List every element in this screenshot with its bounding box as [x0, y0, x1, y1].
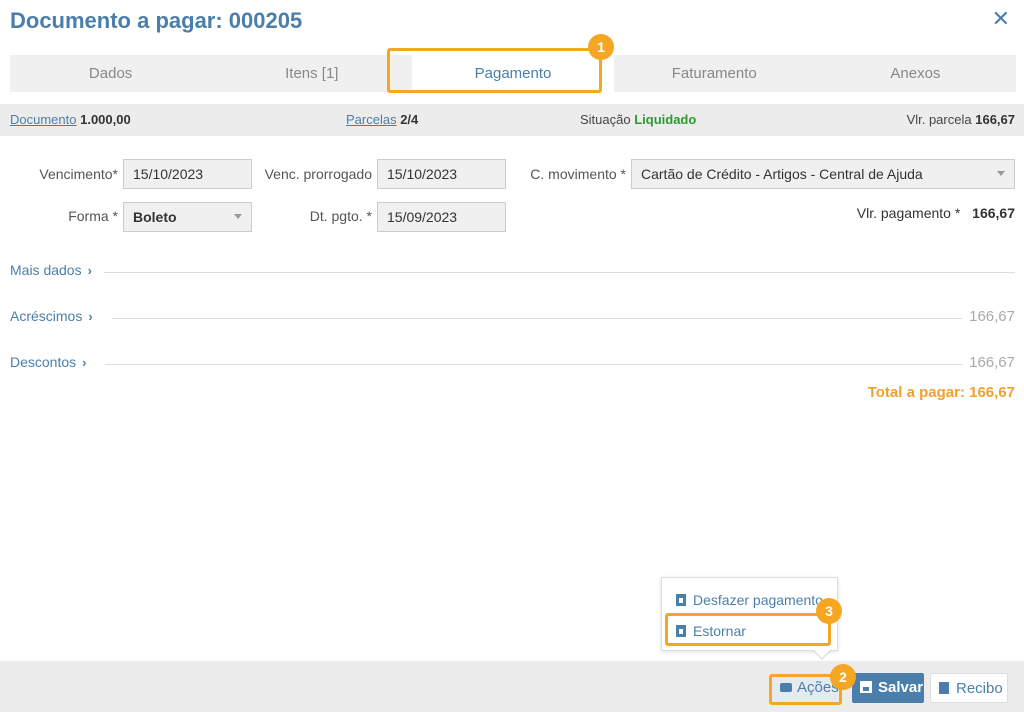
- c-movimento-value: Cartão de Crédito - Artigos - Central de…: [641, 166, 923, 182]
- document-icon: [676, 594, 686, 606]
- divider: [104, 272, 1015, 273]
- divider: [112, 318, 962, 319]
- c-movimento-label: C. movimento *: [530, 166, 626, 182]
- tab-pagamento[interactable]: Pagamento: [412, 55, 614, 92]
- situacao-label: Situação: [580, 112, 631, 127]
- info-bar: Documento 1.000,00 Parcelas 2/4 Situação…: [0, 104, 1024, 136]
- descontos-toggle[interactable]: Descontos ›: [10, 354, 87, 370]
- tab-faturamento[interactable]: Faturamento: [614, 55, 815, 92]
- vlr-parcela-value: 166,67: [975, 112, 1015, 127]
- tag-icon: [780, 683, 792, 692]
- vencimento-field[interactable]: 15/10/2023: [123, 159, 252, 189]
- vlr-parcela-label: Vlr. parcela: [906, 112, 972, 127]
- menu-pointer-inner: [814, 650, 830, 658]
- forma-select[interactable]: Boleto: [123, 202, 252, 232]
- c-movimento-select[interactable]: Cartão de Crédito - Artigos - Central de…: [631, 159, 1015, 189]
- vlr-pagamento-value: 166,67: [972, 205, 1015, 221]
- recibo-button-label: Recibo: [956, 680, 1003, 697]
- documento-link[interactable]: Documento: [10, 112, 76, 127]
- menu-item-label: Estornar: [693, 623, 746, 639]
- save-icon: [860, 681, 872, 693]
- salvar-button[interactable]: Salvar: [852, 673, 924, 703]
- parcelas-link[interactable]: Parcelas: [346, 112, 397, 127]
- recibo-button[interactable]: Recibo: [930, 673, 1008, 703]
- descontos-label: Descontos: [10, 354, 77, 370]
- venc-prorrogado-label: Venc. prorrogado: [264, 166, 372, 182]
- document-icon: [676, 625, 686, 637]
- chevron-right-icon: ›: [87, 263, 92, 278]
- step-badge-3: 3: [816, 598, 842, 624]
- acrescimos-label: Acréscimos: [10, 308, 83, 324]
- menu-item-desfazer-pagamento[interactable]: Desfazer pagamento: [676, 592, 823, 608]
- dt-pgto-field[interactable]: 15/09/2023: [377, 202, 506, 232]
- chevron-down-icon: [234, 214, 242, 219]
- dt-pgto-label: Dt. pgto. *: [309, 208, 372, 224]
- venc-prorrogado-field[interactable]: 15/10/2023: [377, 159, 506, 189]
- chevron-down-icon: [997, 171, 1005, 176]
- step-badge-2: 2: [830, 664, 856, 690]
- mais-dados-label: Mais dados: [10, 262, 82, 278]
- tab-itens[interactable]: Itens [1]: [211, 55, 412, 92]
- documento-value: 1.000,00: [80, 112, 131, 127]
- situacao-value: Liquidado: [634, 112, 697, 127]
- acrescimos-toggle[interactable]: Acréscimos ›: [10, 308, 93, 324]
- salvar-button-label: Salvar: [878, 679, 924, 696]
- menu-item-label: Desfazer pagamento: [693, 592, 823, 608]
- page-title: Documento a pagar: 000205: [10, 8, 303, 33]
- forma-value: Boleto: [133, 209, 177, 225]
- vlr-pagamento-label: Vlr. pagamento *: [856, 205, 961, 221]
- vencimento-label: Vencimento*: [39, 166, 118, 182]
- menu-item-estornar[interactable]: Estornar: [676, 623, 746, 639]
- acoes-button[interactable]: Ações: [772, 673, 839, 703]
- forma-label: Forma *: [68, 208, 118, 224]
- mais-dados-toggle[interactable]: Mais dados ›: [10, 262, 92, 278]
- vlr-pagamento: Vlr. pagamento * 166,67: [857, 205, 1015, 221]
- tab-anexos[interactable]: Anexos: [815, 55, 1016, 92]
- document-icon: [939, 682, 949, 694]
- parcelas-value: 2/4: [400, 112, 419, 127]
- acrescimos-amount: 166,67: [969, 308, 1015, 325]
- close-icon[interactable]: ✕: [992, 8, 1010, 30]
- step-badge-1: 1: [588, 34, 614, 60]
- tab-bar: Dados Itens [1] Pagamento Faturamento An…: [10, 55, 1016, 92]
- total-a-pagar: Total a pagar: 166,67: [867, 384, 1015, 401]
- tab-dados[interactable]: Dados: [10, 55, 211, 92]
- descontos-amount: 166,67: [969, 354, 1015, 371]
- chevron-right-icon: ›: [88, 309, 93, 324]
- divider: [105, 364, 962, 365]
- acoes-menu: Desfazer pagamento Estornar: [661, 577, 838, 651]
- chevron-right-icon: ›: [82, 355, 87, 370]
